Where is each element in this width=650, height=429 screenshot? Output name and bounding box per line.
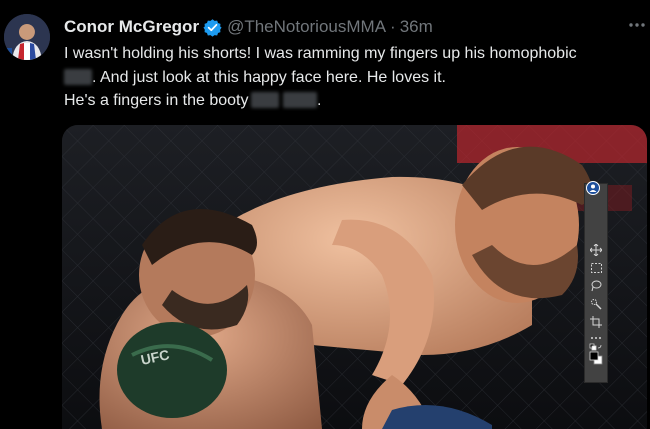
timestamp[interactable]: 36m	[400, 17, 433, 37]
tweet-text-line-3: He's a fingers in the booty .	[64, 89, 644, 113]
tweet-media-image[interactable]: UFC	[62, 125, 647, 429]
move-tool-icon[interactable]	[588, 242, 604, 258]
display-name[interactable]: Conor McGregor	[64, 17, 199, 37]
tweet-text-line-1: I wasn't holding his shorts! I was rammi…	[64, 42, 644, 66]
marquee-tool-icon[interactable]	[588, 260, 604, 276]
tweet-text-segment: .	[316, 92, 322, 109]
tweet-text-segment: He's a fingers in the booty	[64, 92, 249, 109]
censored-word	[250, 92, 279, 108]
tweet-text-line-2: . And just look at this happy face here.…	[64, 66, 644, 90]
tweet-text-segment: I wasn't holding his shorts! I was rammi…	[64, 45, 577, 62]
tweet[interactable]: Conor McGregor @TheNotoriousMMA · 36m I …	[0, 0, 650, 429]
crop-tool-icon[interactable]	[588, 314, 604, 330]
tool-palette	[584, 183, 608, 383]
verified-badge-icon	[203, 18, 222, 37]
tweet-header: Conor McGregor @TheNotoriousMMA · 36m	[64, 16, 433, 38]
user-handle[interactable]: @TheNotoriousMMA	[227, 17, 386, 37]
color-swatches-icon[interactable]	[588, 350, 604, 366]
separator-dot: ·	[390, 17, 396, 36]
tweet-text: I wasn't holding his shorts! I was rammi…	[64, 42, 644, 113]
more-options-icon[interactable]	[626, 14, 648, 36]
censored-word	[282, 92, 317, 108]
censored-word	[64, 68, 92, 85]
quick-select-tool-icon[interactable]	[588, 296, 604, 312]
tweet-text-segment: . And just look at this happy face here.…	[92, 68, 446, 86]
profile-badge-icon[interactable]	[586, 181, 600, 195]
lasso-tool-icon[interactable]	[588, 278, 604, 294]
avatar[interactable]	[4, 14, 50, 60]
